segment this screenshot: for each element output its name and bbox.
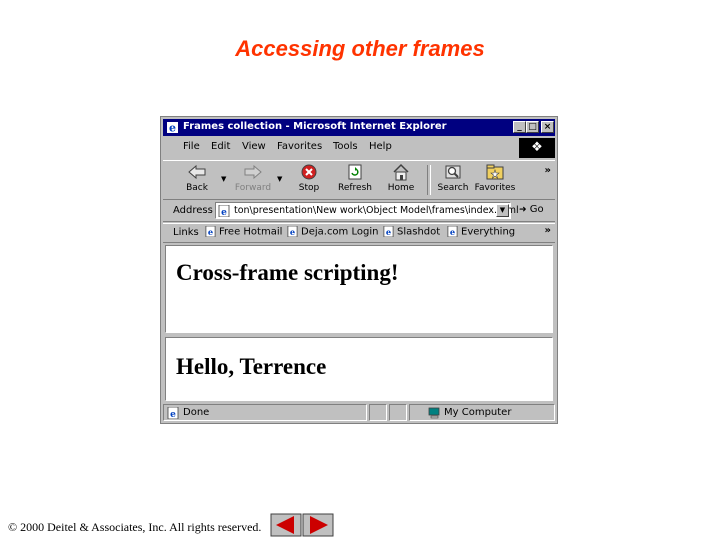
copyright-footer: © 2000 Deitel & Associates, Inc. All rig… [8,520,262,534]
favorites-label: Favorites [474,183,516,193]
maximize-button[interactable]: □ [526,121,539,133]
page-icon: e [287,226,298,237]
window-title: Frames collection - Microsoft Internet E… [183,121,447,132]
page-icon: e [383,226,394,237]
back-button[interactable]: Back [175,163,219,197]
link-slashdot[interactable]: e Slashdot [383,226,440,238]
forward-dropdown-icon[interactable]: ▼ [277,175,282,183]
close-button[interactable]: × [541,121,554,133]
menu-bar: File Edit View Favorites Tools Help [163,138,555,157]
page-icon: e [447,226,458,237]
bottom-frame-heading: Hello, Terrence [176,354,327,379]
menu-tools[interactable]: Tools [333,141,358,152]
stop-icon [301,164,317,180]
home-icon [393,163,409,181]
search-label: Search [437,183,469,193]
menu-file[interactable]: File [183,141,200,152]
status-bar: e Done My Computer [163,404,555,421]
menu-favorites[interactable]: Favorites [277,141,322,152]
status-pane-empty [369,404,387,421]
link-free-hotmail[interactable]: e Free Hotmail [205,226,282,238]
go-arrow-icon: ➜ [519,205,527,215]
svg-text:e: e [221,208,227,217]
browser-window: e Frames collection - Microsoft Internet… [160,116,558,424]
search-icon [445,165,461,179]
address-value: ton\presentation\New work\Object Model\f… [234,205,519,216]
svg-text:e: e [169,122,176,135]
links-label: Links [173,227,199,238]
window-titlebar[interactable]: e Frames collection - Microsoft Internet… [163,119,555,136]
search-button[interactable]: Search [431,163,475,197]
top-frame-heading: Cross-frame scripting! [176,260,399,285]
status-zone-text: My Computer [444,407,512,418]
windows-flag-icon: ❖ [519,138,555,158]
links-bar: Links e Free Hotmail e Deja.com Login e Sla… [163,223,555,243]
address-input[interactable]: e ton\presentation\New work\Object Model… [215,202,519,219]
status-pane-empty [389,404,407,421]
favorites-button[interactable]: Favorites [473,163,517,197]
status-main-pane: e Done [163,404,367,421]
svg-text:e: e [208,227,213,237]
previous-slide-icon[interactable] [270,513,302,537]
link-label: Slashdot [397,226,441,238]
address-dropdown-icon[interactable]: ▼ [496,204,509,217]
ie-page-icon: e [167,122,178,135]
status-zone-pane: My Computer [409,404,555,421]
back-label: Back [186,183,208,193]
link-label: Free Hotmail [219,226,283,238]
address-bar: Address e ton\presentation\New work\Obje… [163,201,555,222]
forward-label: Forward [234,183,272,193]
forward-arrow-icon [244,164,262,180]
svg-text:e: e [386,227,391,237]
svg-text:e: e [450,227,455,237]
bottom-frame: Hello, Terrence [165,337,553,401]
menu-edit[interactable]: Edit [211,141,230,152]
forward-button[interactable]: Forward [231,163,275,197]
refresh-button[interactable]: Refresh [333,163,377,197]
page-done-icon: e [167,407,179,419]
stop-label: Stop [298,183,320,193]
link-label: Everything [461,226,516,238]
link-deja-login[interactable]: e Deja.com Login [287,226,378,238]
top-frame: Cross-frame scripting! [165,245,553,333]
link-label: Deja.com Login [301,226,379,238]
go-label: Go [529,204,544,215]
refresh-icon [348,164,362,180]
back-dropdown-icon[interactable]: ▼ [221,175,226,183]
next-slide-icon[interactable] [302,513,334,537]
svg-text:e: e [290,227,295,237]
minimize-button[interactable]: _ [513,121,526,133]
standard-toolbar: Back ▼ Forward ▼ Stop Refresh Home Searc… [163,160,555,200]
home-button[interactable]: Home [379,163,423,197]
stop-button[interactable]: Stop [287,163,331,197]
svg-text:e: e [170,410,176,419]
page-icon: e [218,205,230,217]
favorites-icon [486,164,504,180]
go-button[interactable]: ➜ Go [519,204,544,215]
menu-view[interactable]: View [242,141,266,152]
links-more-icon[interactable]: » [545,225,551,236]
home-label: Home [387,183,415,193]
slide-title: Accessing other frames [235,36,485,61]
link-everything[interactable]: e Everything [447,226,515,238]
page-icon: e [205,226,216,237]
menu-help[interactable]: Help [369,141,392,152]
toolbar-more-icon[interactable]: » [545,165,551,176]
my-computer-icon [428,407,440,419]
back-arrow-icon [188,164,206,180]
address-label: Address [173,205,213,216]
refresh-label: Refresh [338,183,372,193]
status-text: Done [183,407,210,418]
